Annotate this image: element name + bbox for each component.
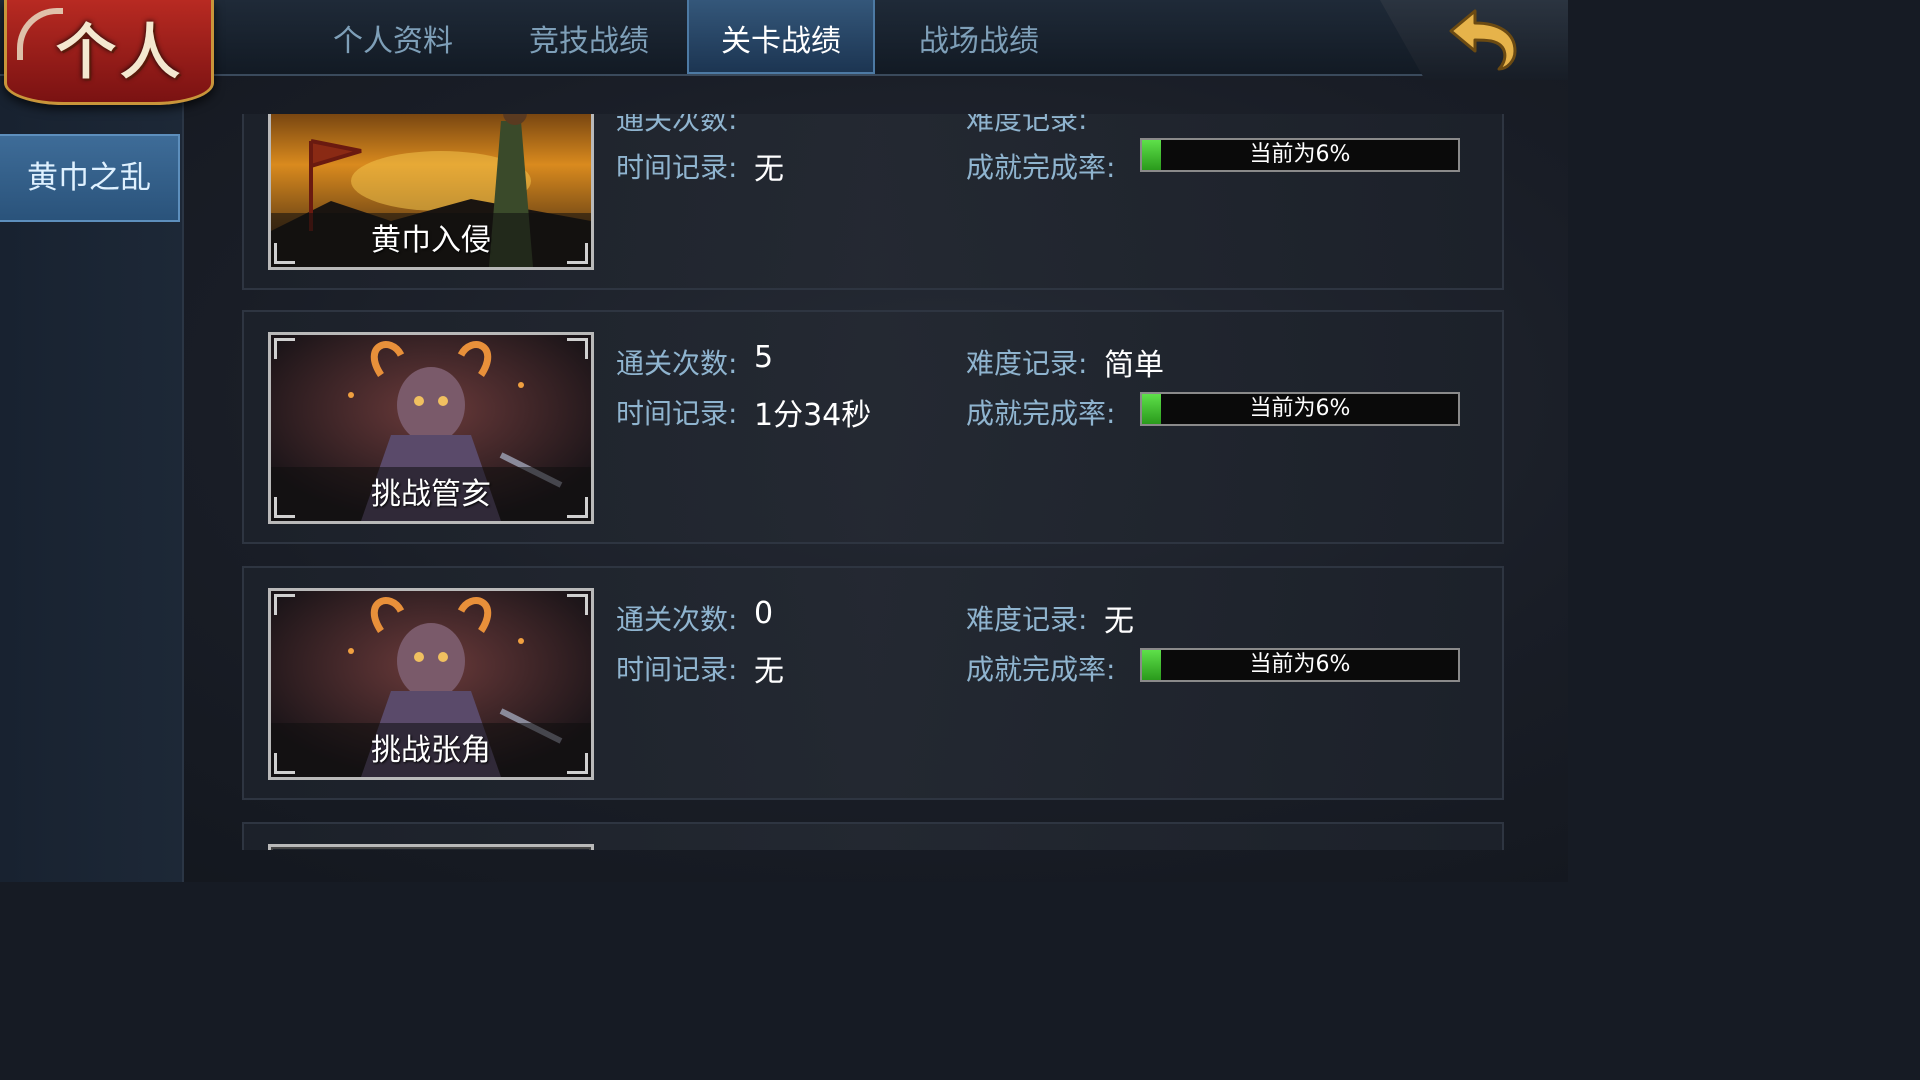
stage-card: 黄巾入侵 通关次数: 难度记录: 时间记录: 无 成就完成率: 当前为6%	[242, 114, 1504, 290]
stage-card: 挑战管亥 通关次数: 5 难度记录: 简单 时间记录: 1分34秒 成就完成率:…	[242, 310, 1504, 544]
back-button[interactable]	[1438, 2, 1524, 74]
progress-text: 当前为6%	[1249, 652, 1351, 677]
difficulty-label: 难度记录:	[966, 114, 1088, 136]
difficulty-label: 难度记录:	[966, 347, 1088, 380]
achievement-label: 成就完成率:	[966, 653, 1116, 686]
stage-thumbnail[interactable]: 挑战张角	[268, 588, 594, 780]
clears-value: 0	[754, 596, 774, 631]
stage-card: 挑战张角 通关次数: 0 难度记录: 无 时间记录: 无 成就完成率: 当前为6…	[242, 566, 1504, 800]
progress-text: 当前为6%	[1249, 142, 1351, 167]
stage-thumbnail[interactable]: 挑战管亥	[268, 332, 594, 524]
difficulty-value: 无	[1104, 604, 1134, 639]
tab-stage-record[interactable]: 关卡战绩	[687, 0, 875, 74]
achievement-label: 成就完成率:	[966, 151, 1116, 184]
time-value: 1分34秒	[754, 398, 872, 433]
top-bar: 个人资料 竞技战绩 关卡战绩 战场战绩	[0, 0, 1568, 80]
stage-name: 挑战张角	[371, 733, 491, 768]
achievement-progress-bar: 当前为6%	[1140, 648, 1460, 682]
time-label: 时间记录:	[616, 653, 738, 686]
achievement-progress-bar: 当前为6%	[1140, 392, 1460, 426]
progress-text: 当前为6%	[1249, 396, 1351, 421]
clears-label: 通关次数:	[616, 603, 738, 636]
page-title-emblem: 个人	[4, 0, 214, 105]
back-arrow-icon	[1449, 9, 1517, 71]
stage-thumbnail[interactable]: 黄巾入侵	[268, 114, 594, 270]
difficulty-label: 难度记录:	[966, 603, 1088, 636]
stage-card	[242, 822, 1504, 850]
stage-name: 挑战管亥	[371, 477, 491, 512]
tab-bar: 个人资料 竞技战绩 关卡战绩 战场战绩	[295, 0, 1083, 74]
clears-value: 5	[754, 340, 774, 375]
time-label: 时间记录:	[616, 151, 738, 184]
clears-label: 通关次数:	[616, 347, 738, 380]
tab-arena-record[interactable]: 竞技战绩	[491, 0, 687, 74]
time-value: 无	[754, 654, 784, 689]
stage-record-list[interactable]: 黄巾入侵 通关次数: 难度记录: 时间记录: 无 成就完成率: 当前为6% 挑战…	[240, 114, 1508, 850]
sidebar-item-yellow-turban[interactable]: 黄巾之乱	[0, 134, 180, 222]
tab-battlefield-record[interactable]: 战场战绩	[875, 0, 1083, 74]
stage-name: 黄巾入侵	[371, 223, 491, 258]
clears-label: 通关次数:	[616, 114, 738, 136]
time-label: 时间记录:	[616, 397, 738, 430]
difficulty-value: 简单	[1104, 348, 1164, 383]
achievement-label: 成就完成率:	[966, 397, 1116, 430]
achievement-progress-bar: 当前为6%	[1140, 138, 1460, 172]
tab-profile[interactable]: 个人资料	[295, 0, 491, 74]
time-value: 无	[754, 152, 784, 187]
sidebar: 黄巾之乱	[0, 76, 184, 882]
stage-thumbnail[interactable]	[268, 844, 594, 850]
page-title: 个人	[56, 18, 184, 88]
